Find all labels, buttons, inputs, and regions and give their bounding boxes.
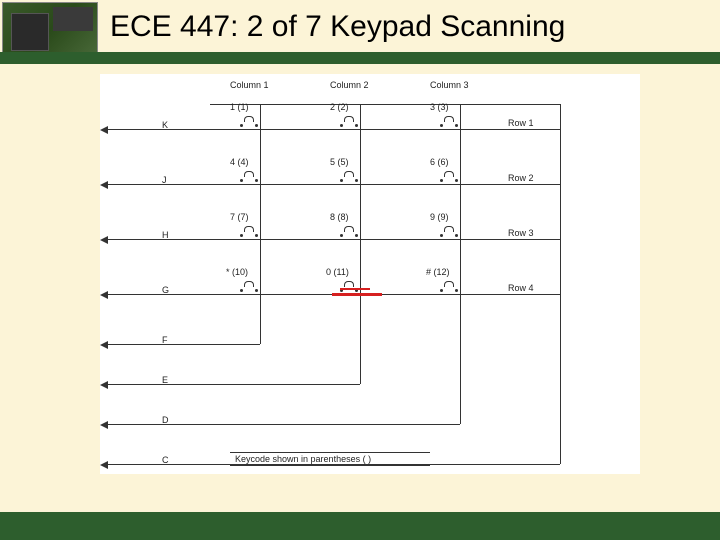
- key-5-label: 5 (5): [330, 157, 349, 167]
- arrow-j: [100, 181, 108, 189]
- chip-icon: [11, 13, 49, 51]
- key-hash: [440, 281, 458, 293]
- route-c2h: [175, 384, 360, 385]
- key-3: [440, 116, 458, 128]
- route-c1: [260, 324, 261, 344]
- pin-e: E: [162, 375, 168, 385]
- key-2: [340, 116, 358, 128]
- key-9: [440, 226, 458, 238]
- key-1-label: 1 (1): [230, 102, 249, 112]
- key-2-code: (2): [338, 102, 349, 112]
- key-6-code: (6): [438, 157, 449, 167]
- key-star-code: (10): [232, 267, 248, 277]
- key-7-label: 7 (7): [230, 212, 249, 222]
- key-3-code: (3): [438, 102, 449, 112]
- key-2-label: 2 (2): [330, 102, 349, 112]
- row-line-h: [108, 239, 560, 240]
- key-1-code: (1): [238, 102, 249, 112]
- slide-header: ECE 447: 2 of 7 Keypad Scanning: [0, 0, 720, 64]
- key-7: [240, 226, 258, 238]
- pin-j: J: [162, 175, 167, 185]
- arrow-h: [100, 236, 108, 244]
- highlight-0-key-2: [340, 288, 370, 290]
- keycode-note: Keycode shown in parentheses ( ): [235, 454, 371, 464]
- key-4-num: 4: [230, 157, 235, 167]
- footer-stripe: [0, 512, 720, 540]
- col-v-1: [260, 104, 261, 324]
- header-stripe: [0, 52, 720, 60]
- route-c1h: [175, 344, 260, 345]
- col-label-2: Column 2: [330, 80, 369, 90]
- key-5-num: 5: [330, 157, 335, 167]
- arrow-c: [100, 461, 108, 469]
- key-5-code: (5): [338, 157, 349, 167]
- arrow-k: [100, 126, 108, 134]
- box-right: [560, 104, 561, 464]
- row-label-3: Row 3: [508, 228, 534, 238]
- key-hash-label: # (12): [426, 267, 450, 277]
- key-4-label: 4 (4): [230, 157, 249, 167]
- key-hash-code: (12): [434, 267, 450, 277]
- key-star-label: * (10): [226, 267, 248, 277]
- pin-c: C: [162, 455, 169, 465]
- diagram-area: Column 1 Column 2 Column 3 K Row 1 J Row…: [100, 74, 640, 474]
- col-label-3: Column 3: [430, 80, 469, 90]
- col-v-2: [360, 104, 361, 324]
- key-9-label: 9 (9): [430, 212, 449, 222]
- arrow-g: [100, 291, 108, 299]
- key-star-num: *: [226, 267, 230, 277]
- key-6-num: 6: [430, 157, 435, 167]
- key-0-label: 0 (11): [326, 267, 349, 277]
- row-line-k: [108, 129, 560, 130]
- key-1-num: 1: [230, 102, 235, 112]
- pin-h: H: [162, 230, 169, 240]
- route-c2: [360, 324, 361, 384]
- col-v-3: [460, 104, 461, 324]
- box-top: [210, 104, 560, 105]
- key-8-code: (8): [338, 212, 349, 222]
- pin-f: F: [162, 335, 168, 345]
- slide-title: ECE 447: 2 of 7 Keypad Scanning: [110, 10, 565, 44]
- key-7-num: 7: [230, 212, 235, 222]
- key-6-label: 6 (6): [430, 157, 449, 167]
- key-hash-num: #: [426, 267, 431, 277]
- highlight-0-key: [332, 293, 382, 296]
- key-0-code: (11): [334, 267, 349, 277]
- row-label-4: Row 4: [508, 283, 534, 293]
- key-4-code: (4): [238, 157, 249, 167]
- arrow-f: [100, 341, 108, 349]
- key-0: [340, 281, 358, 293]
- key-6: [440, 171, 458, 183]
- row-label-1: Row 1: [508, 118, 534, 128]
- arrow-d: [100, 421, 108, 429]
- key-4: [240, 171, 258, 183]
- key-3-num: 3: [430, 102, 435, 112]
- row-line-j: [108, 184, 560, 185]
- col-label-1: Column 1: [230, 80, 269, 90]
- pin-d: D: [162, 415, 169, 425]
- key-1: [240, 116, 258, 128]
- key-8-num: 8: [330, 212, 335, 222]
- key-3-label: 3 (3): [430, 102, 449, 112]
- pin-k: K: [162, 120, 168, 130]
- arrow-e: [100, 381, 108, 389]
- key-9-num: 9: [430, 212, 435, 222]
- row-label-2: Row 2: [508, 173, 534, 183]
- key-9-code: (9): [438, 212, 449, 222]
- chip2-icon: [53, 7, 93, 31]
- key-7-code: (7): [238, 212, 249, 222]
- key-8-label: 8 (8): [330, 212, 349, 222]
- key-star: [240, 281, 258, 293]
- route-c3h: [175, 424, 460, 425]
- route-c3: [460, 324, 461, 424]
- key-8: [340, 226, 358, 238]
- key-0-num: 0: [326, 267, 331, 277]
- keypad-diagram: Column 1 Column 2 Column 3 K Row 1 J Row…: [100, 74, 640, 474]
- key-5: [340, 171, 358, 183]
- key-2-num: 2: [330, 102, 335, 112]
- pin-g: G: [162, 285, 169, 295]
